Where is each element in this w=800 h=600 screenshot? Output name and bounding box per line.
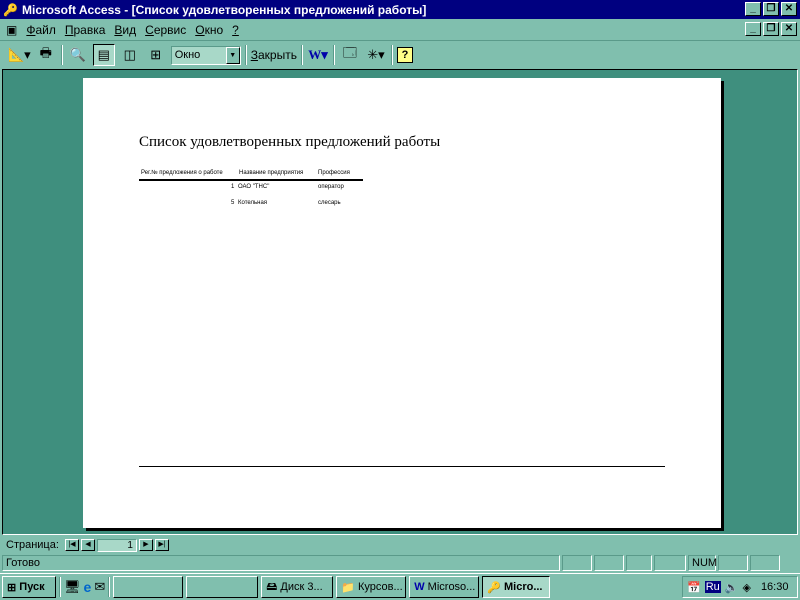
cell-profession: оператор [318, 184, 344, 190]
two-pages-icon[interactable]: ◫ [119, 44, 141, 66]
close-preview-button[interactable]: Закрыть [251, 44, 297, 66]
cell-company: ОАО "ТНС" [238, 184, 270, 190]
zoom-icon[interactable]: 🔍 [67, 44, 89, 66]
chevron-down-icon[interactable]: ▼ [225, 46, 240, 64]
system-tray: 📅 Ru 🔈 ◈ 16:30 [682, 576, 798, 598]
doc-close-button[interactable]: ✕ [781, 22, 797, 36]
network-icon[interactable]: ◈ [742, 581, 750, 594]
database-window-icon[interactable]: 🗔 [339, 44, 361, 66]
page-label: Страница: [6, 539, 59, 551]
internet-explorer-icon[interactable]: e [84, 579, 92, 595]
window-title: Microsoft Access - [Список удовлетворенн… [22, 2, 427, 17]
language-indicator[interactable]: Ru [704, 581, 721, 593]
toolbar: 📐▾ 🖶 🔍 ▤ ◫ ⊞ Окно ▼ Закрыть W▾ 🗔 ✳▾ ? [0, 42, 800, 68]
menu-bar: ▣ Файл Правка Вид Сервис Окно ? _ ❐ ✕ [0, 19, 800, 41]
access-key-icon: 🔑 [487, 581, 501, 594]
menu-window[interactable]: Окно [195, 23, 223, 37]
doc-minimize-button[interactable]: _ [745, 22, 761, 36]
volume-icon[interactable]: 🔈 [725, 581, 739, 594]
taskbar-item-disk[interactable]: 🖴 Диск 3... [261, 576, 334, 598]
drive-icon: 🖴 [266, 580, 278, 593]
page-number-input[interactable]: 1 [96, 538, 137, 552]
num-lock-indicator: NUM [688, 555, 717, 571]
outlook-express-icon[interactable]: ✉ [94, 579, 105, 595]
multiple-pages-icon[interactable]: ⊞ [145, 44, 167, 66]
cell-id: 5 [231, 200, 235, 206]
first-page-button[interactable]: |◀ [64, 539, 79, 551]
menu-file[interactable]: Файл [26, 23, 56, 37]
access-key-icon: 🔑 [3, 2, 18, 17]
windows-logo-icon: ⊞ [7, 581, 17, 594]
clock: 16:30 [760, 581, 789, 593]
show-desktop-icon[interactable]: 🖥 [64, 579, 81, 595]
cell-id: 1 [231, 184, 235, 190]
taskbar-item[interactable] [113, 576, 184, 598]
minimize-button[interactable]: _ [745, 2, 761, 16]
taskbar-item-access[interactable]: 🔑 Micro... [482, 576, 551, 598]
status-text: Готово [2, 555, 560, 571]
print-icon[interactable]: 🖶 [35, 44, 57, 66]
doc-restore-button[interactable]: ❐ [763, 22, 779, 36]
menu-edit[interactable]: Правка [65, 23, 106, 37]
folder-icon: 📁 [341, 581, 355, 594]
one-page-icon[interactable]: ▤ [92, 44, 115, 66]
start-button[interactable]: ⊞ Пуск [2, 576, 56, 598]
status-bar: Готово NUM [0, 554, 800, 572]
menu-help[interactable]: ? [232, 23, 239, 37]
cell-profession: слесарь [318, 200, 341, 206]
column-header-id: Рег.№ предложения о работе [141, 170, 223, 176]
taskbar-item-folder[interactable]: 📁 Курсов... [336, 576, 407, 598]
report-page: Список удовлетворенных предложений работ… [83, 78, 721, 528]
header-line [139, 179, 363, 181]
new-object-icon[interactable]: ✳▾ [365, 44, 387, 66]
report-title: Список удовлетворенных предложений работ… [139, 134, 441, 150]
page-navigator: Страница: |◀ ◀ 1 ▶ ▶| [0, 537, 800, 553]
restore-button[interactable]: ❐ [763, 2, 779, 16]
office-links-icon[interactable]: W▾ [307, 44, 329, 66]
word-icon: W [414, 581, 425, 593]
zoom-select[interactable]: Окно ▼ [170, 45, 241, 65]
taskbar: ⊞ Пуск 🖥 e ✉ 🖴 Диск 3... 📁 Курсов... W M… [0, 573, 800, 600]
start-label: Пуск [19, 581, 45, 593]
cell-company: Котельная [238, 200, 268, 206]
design-view-icon[interactable]: 📐▾ [8, 44, 31, 66]
last-page-button[interactable]: ▶| [154, 539, 169, 551]
document-icon[interactable]: ▣ [6, 23, 17, 37]
footer-line [139, 466, 665, 467]
help-icon[interactable]: ? [396, 47, 413, 63]
taskbar-item-word[interactable]: W Microso... [409, 576, 480, 598]
close-button[interactable]: ✕ [781, 2, 797, 16]
preview-workspace: Список удовлетворенных предложений работ… [2, 69, 798, 535]
menu-view[interactable]: Вид [114, 23, 136, 37]
menu-tools[interactable]: Сервис [145, 23, 186, 37]
column-header-company: Название предприятия [239, 170, 304, 176]
prev-page-button[interactable]: ◀ [80, 539, 95, 551]
scheduler-icon[interactable]: 📅 [687, 581, 701, 594]
title-bar: 🔑 Microsoft Access - [Список удовлетворе… [0, 0, 800, 19]
taskbar-item[interactable] [186, 576, 259, 598]
next-page-button[interactable]: ▶ [138, 539, 153, 551]
column-header-profession: Профессия [318, 170, 350, 176]
